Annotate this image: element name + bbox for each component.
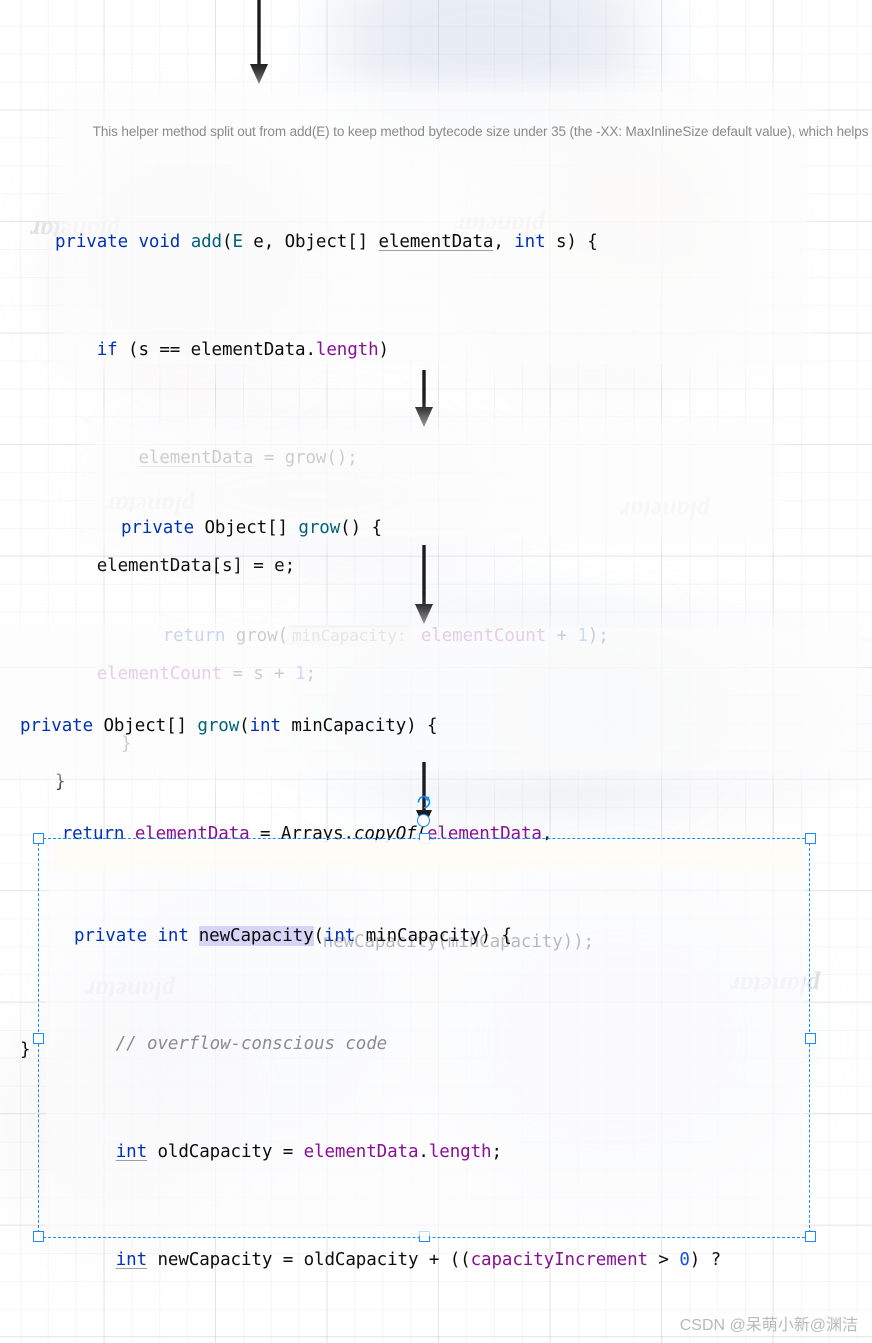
resize-handle-top-left[interactable] bbox=[33, 833, 44, 844]
code-line: private int newCapacity(int minCapacity)… bbox=[74, 926, 512, 946]
connector-arrow-3[interactable] bbox=[410, 545, 440, 630]
selected-token: newCapacity bbox=[198, 926, 314, 946]
resize-handle-middle-left[interactable] bbox=[33, 1033, 44, 1044]
resize-handle-top-right[interactable] bbox=[805, 833, 816, 844]
diagram-canvas[interactable]: planetar planetar planetar planetar plan… bbox=[0, 0, 872, 1343]
add-method-code-block[interactable]: This helper method split out from add(E)… bbox=[55, 92, 872, 792]
code-line: // overflow-conscious code bbox=[115, 1034, 388, 1054]
resize-handle-bottom-left[interactable] bbox=[33, 1231, 44, 1242]
resize-handle-bottom-right[interactable] bbox=[805, 1231, 816, 1242]
code-lines: private int newCapacity(int minCapacity)… bbox=[74, 846, 721, 1343]
grow-noarg-code-block[interactable]: private Object[] grow() { return grow(mi… bbox=[95, 430, 772, 754]
code-line: int newCapacity = oldCapacity + ((capaci… bbox=[115, 1250, 722, 1270]
connector-arrow-1[interactable] bbox=[244, 0, 274, 90]
code-line: private Object[] grow(int minCapacity) { bbox=[20, 716, 438, 736]
footer-watermark: CSDN @呆萌小新@渊洁 bbox=[679, 1317, 858, 1334]
code-line: int oldCapacity = elementData.length; bbox=[115, 1142, 502, 1162]
code-line: private void add(E e, Object[] elementDa… bbox=[55, 232, 598, 252]
code-line: if (s == elementData.length) bbox=[96, 340, 389, 360]
resize-handle-middle-right[interactable] bbox=[805, 1033, 816, 1044]
code-line: private Object[] grow() { bbox=[121, 518, 382, 538]
newcapacity-method-code-block[interactable]: private int newCapacity(int minCapacity)… bbox=[46, 840, 804, 1270]
connector-arrow-2[interactable] bbox=[410, 370, 440, 432]
grow-mincapacity-code-block[interactable]: private Object[] grow(int minCapacity) {… bbox=[0, 628, 855, 1060]
rotate-handle-icon[interactable] bbox=[413, 790, 435, 812]
connection-anchor-point[interactable] bbox=[417, 814, 430, 827]
